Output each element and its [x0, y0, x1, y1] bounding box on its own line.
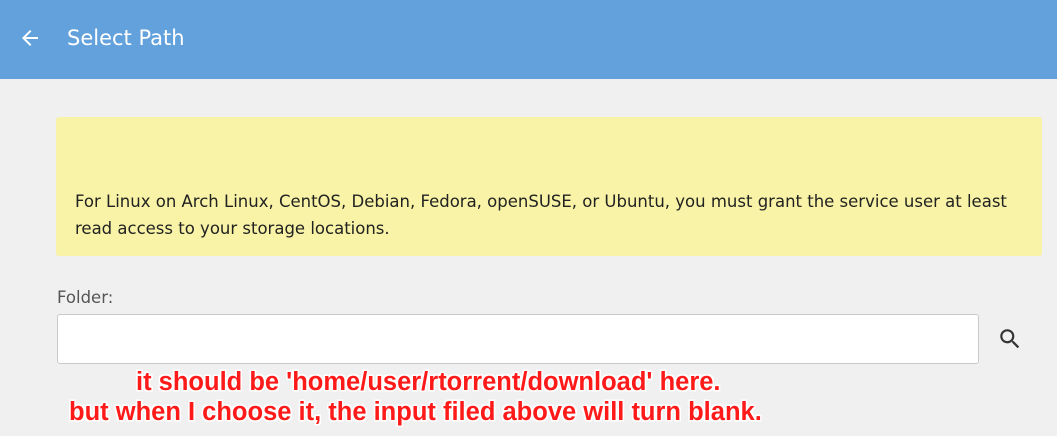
arrow-left-icon — [22, 30, 38, 46]
annotation-line-1: it should be 'home/user/rtorrent/downloa… — [136, 368, 721, 396]
app-header: Select Path — [0, 0, 1057, 79]
notice-text: For Linux on Arch Linux, CentOS, Debian,… — [75, 192, 1007, 238]
annotation-line-2: but when I choose it, the input filed ab… — [69, 398, 762, 426]
search-icon — [1000, 329, 1020, 349]
page-title: Select Path — [67, 26, 185, 50]
search-button[interactable] — [994, 323, 1026, 355]
folder-input[interactable] — [57, 314, 979, 364]
back-button[interactable] — [14, 22, 46, 54]
folder-label: Folder: — [57, 288, 114, 307]
info-notice: For Linux on Arch Linux, CentOS, Debian,… — [56, 117, 1042, 256]
